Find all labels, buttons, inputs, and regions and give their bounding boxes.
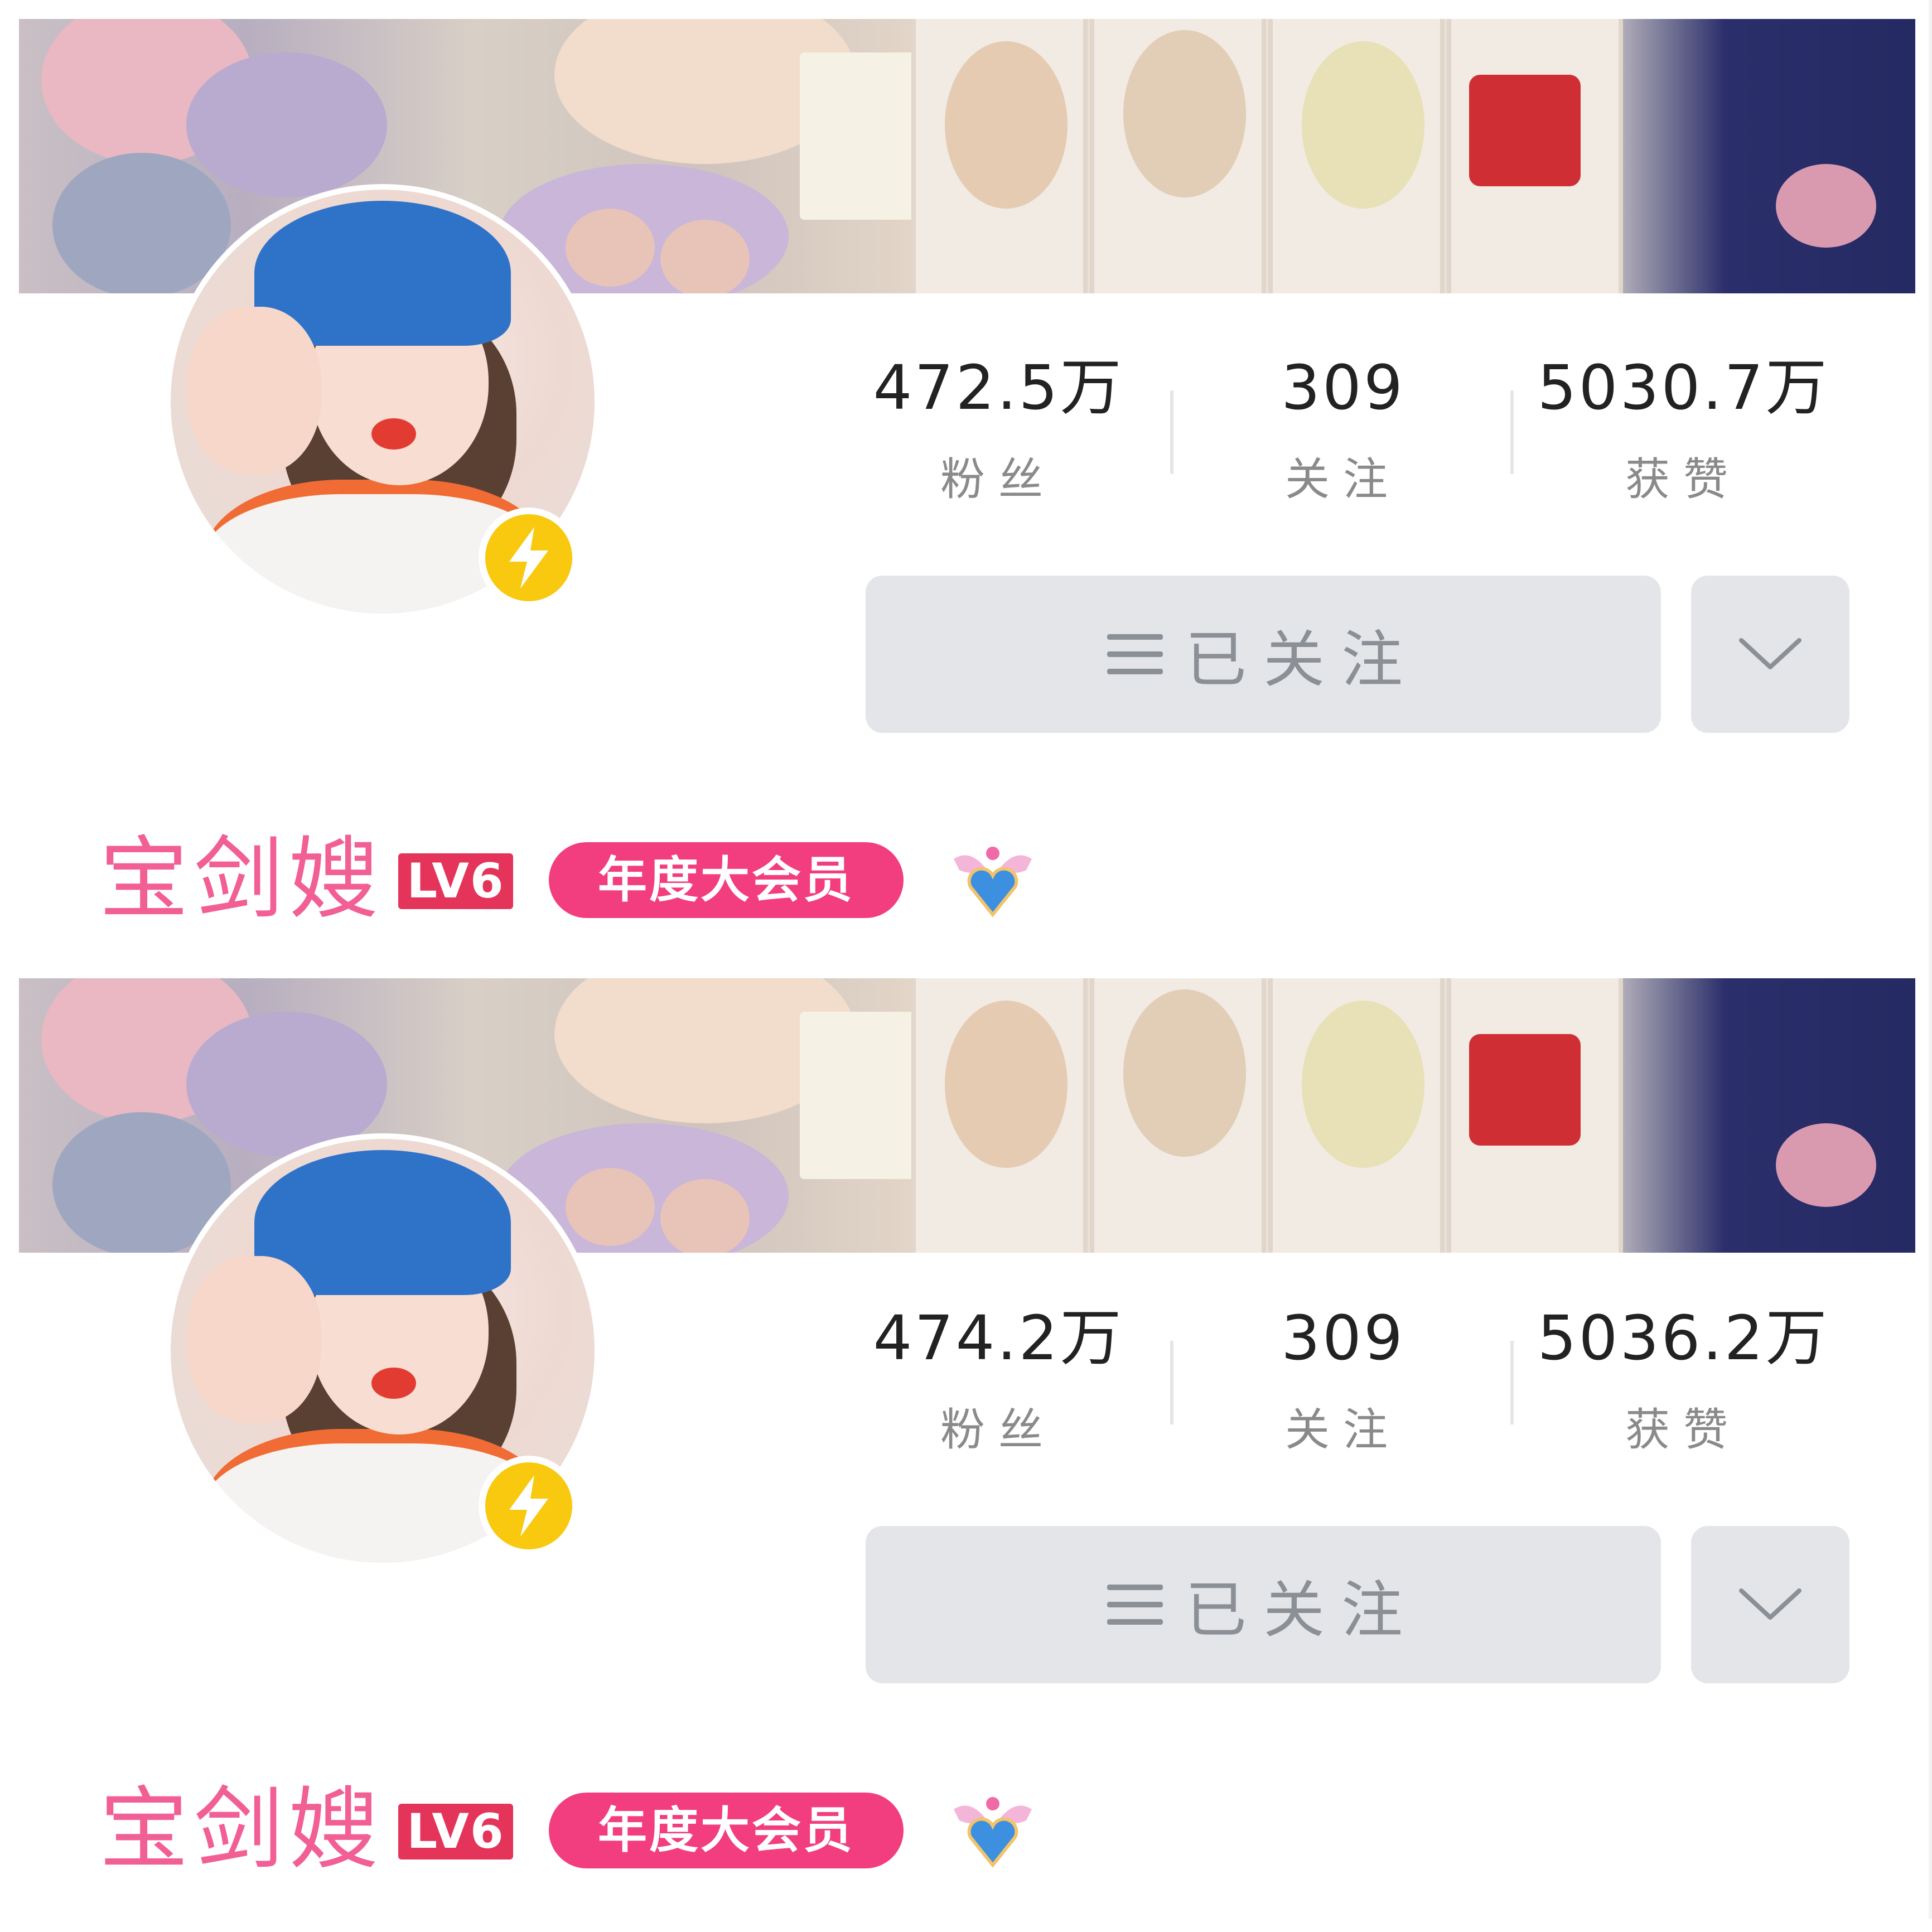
following-count: 309 [1281,1302,1405,1374]
winged-heart-icon [948,1787,1037,1876]
panel-edge [1929,959,1932,1919]
winged-heart-icon [948,837,1037,926]
fans-label: 粉丝 [940,453,1056,505]
following-count: 309 [1281,352,1405,423]
fans-count: 474.2万 [873,1302,1124,1374]
more-options-button[interactable] [1691,576,1849,733]
chevron-down-icon [1739,1588,1801,1620]
following-label: 关注 [1285,1404,1401,1456]
username: 宝剑嫂 [99,1777,384,1881]
profile-header-before: 472.5万 粉丝 309 关注 5030.7万 获赞 已关注 宝剑嫂 LV6 … [0,0,1932,959]
lightning-bolt-icon [479,1456,579,1556]
vip-badge[interactable]: 年度大会员 [549,842,904,918]
followed-label: 已关注 [1185,1574,1419,1646]
panel-edge [1929,0,1932,959]
level-badge: LV6 [398,853,513,909]
likes-label: 获赞 [1625,453,1741,505]
likes-label: 获赞 [1625,1404,1741,1456]
following-label: 关注 [1285,453,1401,505]
more-options-button[interactable] [1691,1526,1849,1683]
lightning-bolt-icon [479,508,579,608]
followed-button[interactable]: 已关注 [866,576,1661,733]
chevron-down-icon [1739,638,1801,669]
vip-badge[interactable]: 年度大会员 [549,1793,904,1868]
profile-header-after: 474.2万 粉丝 309 关注 5036.2万 获赞 已关注 宝剑嫂 LV6 … [0,959,1932,1919]
level-badge: LV6 [398,1804,513,1859]
fans-count: 472.5万 [873,352,1124,423]
likes-count: 5036.2万 [1537,1302,1829,1374]
menu-icon [1107,634,1163,674]
followed-label: 已关注 [1185,624,1419,695]
menu-icon [1107,1585,1163,1625]
fans-label: 粉丝 [940,1404,1056,1456]
likes-count: 5030.7万 [1537,352,1829,423]
followed-button[interactable]: 已关注 [866,1526,1661,1683]
username: 宝剑嫂 [99,827,384,931]
